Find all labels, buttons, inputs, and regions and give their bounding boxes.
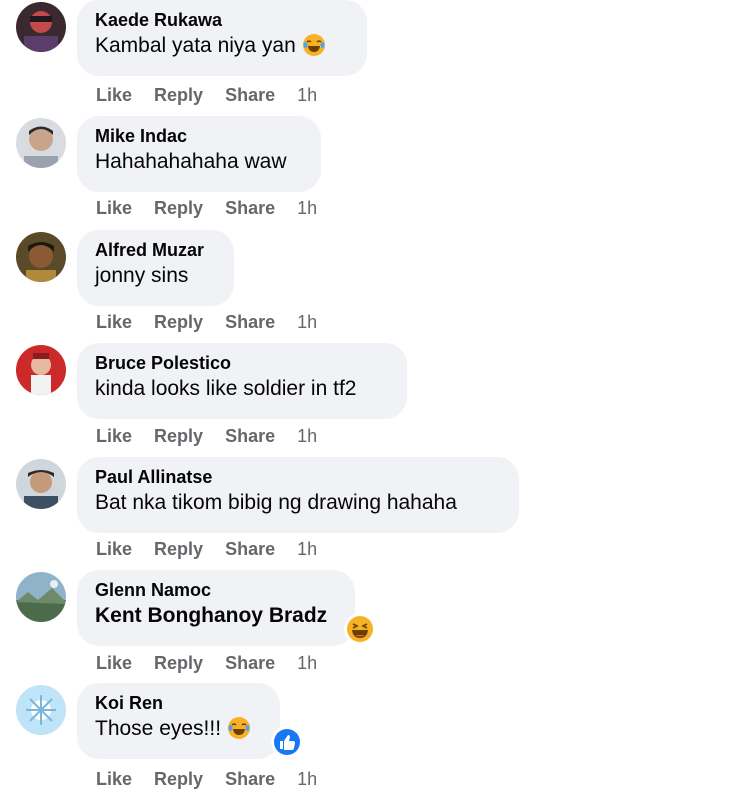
share-button[interactable]: Share: [225, 84, 275, 106]
share-button[interactable]: Share: [225, 311, 275, 333]
comment-text: Hahahahahaha waw: [95, 150, 287, 173]
like-button[interactable]: Like: [96, 768, 132, 790]
share-button[interactable]: Share: [225, 652, 275, 674]
comment-author[interactable]: Bruce Polestico: [95, 351, 389, 375]
comment-actions: Like Reply Share 1h: [96, 84, 317, 106]
comment-text: Those eyes!!!: [95, 715, 262, 743]
like-button[interactable]: Like: [96, 84, 132, 106]
reply-button[interactable]: Reply: [154, 197, 203, 219]
comment-actions: Like Reply Share 1h: [96, 768, 317, 790]
comment-bubble: Paul Allinatse Bat nka tikom bibig ng dr…: [77, 457, 519, 533]
avatar[interactable]: [16, 232, 66, 282]
comment-bubble: Koi Ren Those eyes!!!: [77, 683, 280, 759]
crying-laughing-emoji: [302, 34, 325, 56]
avatar[interactable]: [16, 118, 66, 168]
comment-bubble: Bruce Polestico kinda looks like soldier…: [77, 343, 407, 419]
like-button[interactable]: Like: [96, 425, 132, 447]
comment-text: Kent Bonghanoy Bradz: [95, 604, 328, 627]
comment-author[interactable]: Glenn Namoc: [95, 578, 337, 602]
reply-button[interactable]: Reply: [154, 425, 203, 447]
comment-actions: Like Reply Share 1h: [96, 652, 317, 674]
like-button[interactable]: Like: [96, 197, 132, 219]
crying-laughing-emoji: [228, 717, 251, 739]
comment-bubble: Glenn Namoc Kent Bonghanoy Bradz: [77, 570, 355, 646]
reply-button[interactable]: Reply: [154, 311, 203, 333]
comment-author[interactable]: Kaede Rukawa: [95, 8, 349, 32]
avatar[interactable]: [16, 2, 66, 52]
comment-text: Bat nka tikom bibig ng drawing hahaha: [95, 491, 457, 514]
comment-text: Kambal yata niya yan: [95, 32, 349, 60]
like-button[interactable]: Like: [96, 311, 132, 333]
like-button[interactable]: Like: [96, 652, 132, 674]
comment-actions: Like Reply Share 1h: [96, 311, 317, 333]
laughing-reaction-icon[interactable]: [343, 612, 377, 646]
comment-text: jonny sins: [95, 264, 189, 287]
like-button[interactable]: Like: [96, 538, 132, 560]
comment-actions: Like Reply Share 1h: [96, 425, 317, 447]
comment-text-content: Kambal yata niya yan: [95, 34, 296, 57]
avatar[interactable]: [16, 345, 66, 395]
share-button[interactable]: Share: [225, 197, 275, 219]
comment-text: kinda looks like soldier in tf2: [95, 377, 357, 400]
reply-button[interactable]: Reply: [154, 538, 203, 560]
comment-timestamp[interactable]: 1h: [297, 197, 317, 219]
comment-author[interactable]: Koi Ren: [95, 691, 262, 715]
like-reaction-icon[interactable]: [270, 725, 304, 759]
share-button[interactable]: Share: [225, 768, 275, 790]
reply-button[interactable]: Reply: [154, 768, 203, 790]
avatar[interactable]: [16, 572, 66, 622]
avatar[interactable]: [16, 459, 66, 509]
comment-timestamp[interactable]: 1h: [297, 311, 317, 333]
avatar[interactable]: [16, 685, 66, 735]
share-button[interactable]: Share: [225, 538, 275, 560]
comment-timestamp[interactable]: 1h: [297, 768, 317, 790]
comment-timestamp[interactable]: 1h: [297, 652, 317, 674]
comment-actions: Like Reply Share 1h: [96, 197, 317, 219]
reply-button[interactable]: Reply: [154, 84, 203, 106]
comment-timestamp[interactable]: 1h: [297, 425, 317, 447]
comment-bubble: Mike Indac Hahahahahaha waw: [77, 116, 321, 192]
comment-timestamp[interactable]: 1h: [297, 538, 317, 560]
reply-button[interactable]: Reply: [154, 652, 203, 674]
comment-author[interactable]: Alfred Muzar: [95, 238, 216, 262]
comment-bubble: Alfred Muzar jonny sins: [77, 230, 234, 306]
comment-actions: Like Reply Share 1h: [96, 538, 317, 560]
comment-author[interactable]: Paul Allinatse: [95, 465, 501, 489]
comment-timestamp[interactable]: 1h: [297, 84, 317, 106]
share-button[interactable]: Share: [225, 425, 275, 447]
comment-author[interactable]: Mike Indac: [95, 124, 303, 148]
comment-text-content: Those eyes!!!: [95, 717, 222, 740]
comment-bubble: Kaede Rukawa Kambal yata niya yan: [77, 0, 367, 76]
